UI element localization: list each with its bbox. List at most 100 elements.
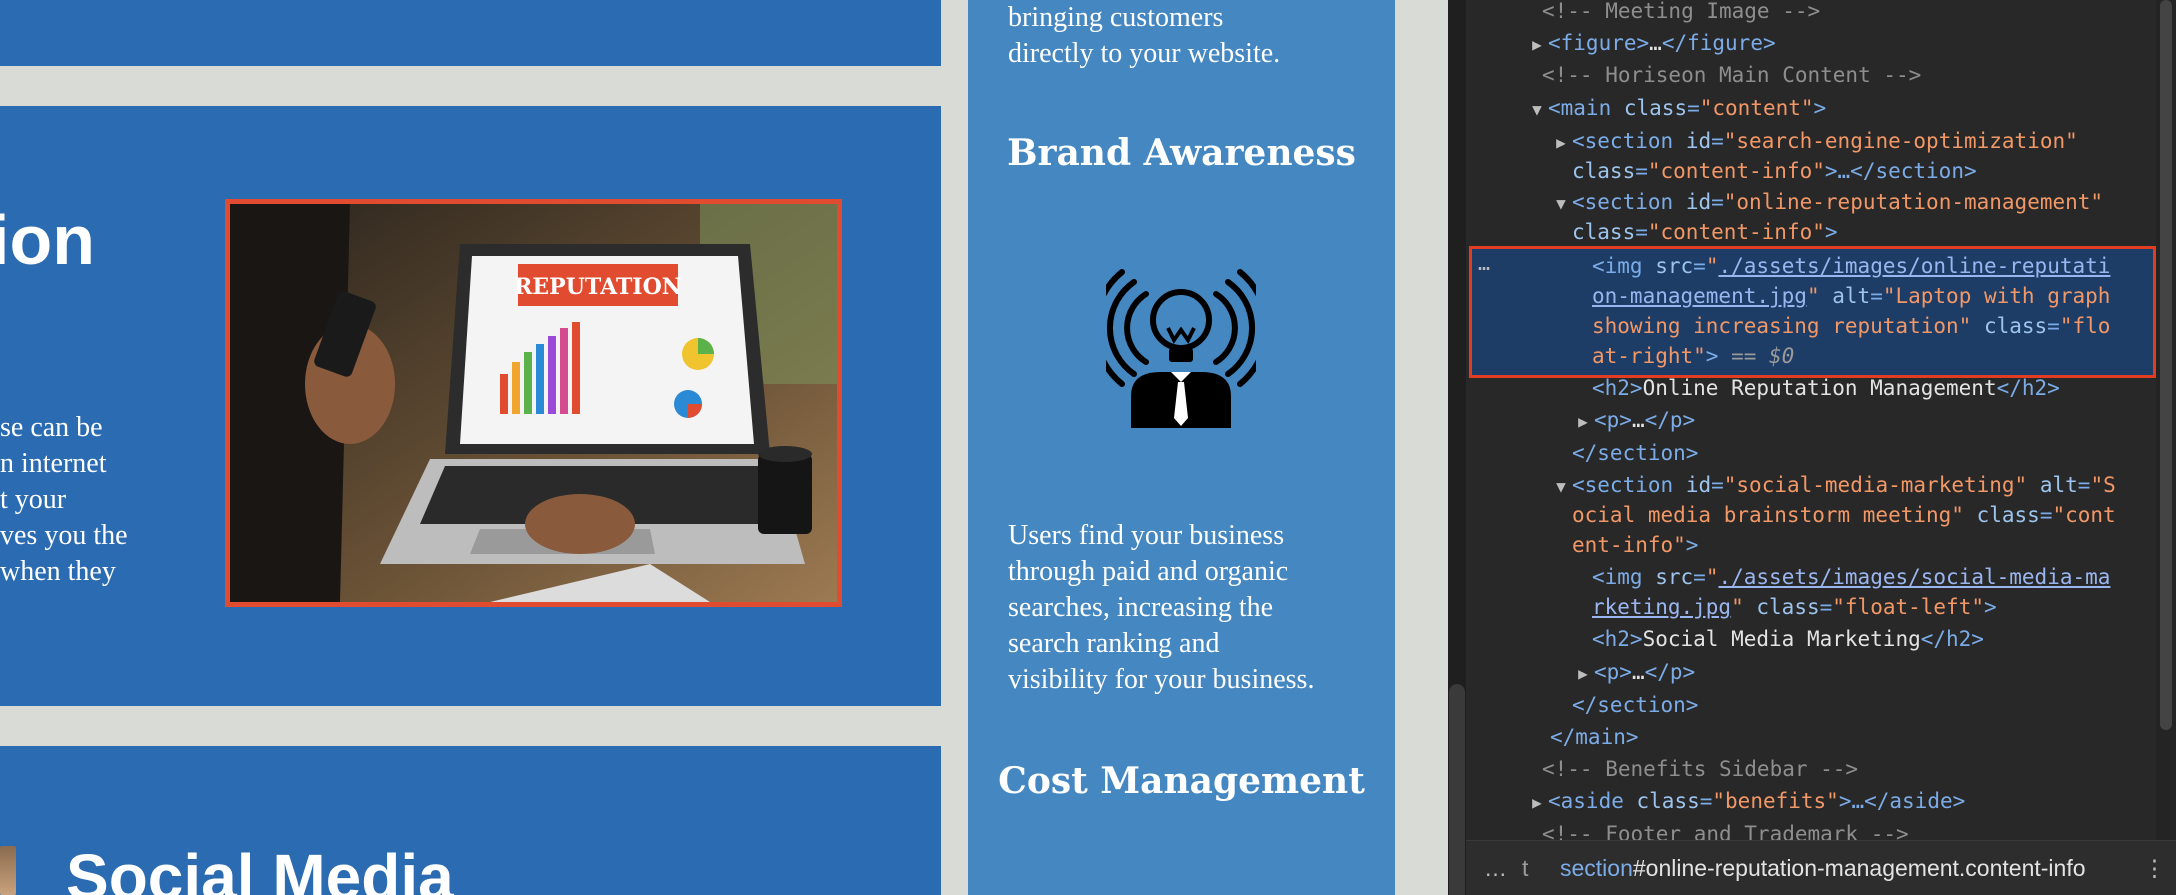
dom-node-section-orm[interactable]: ▼ <section id="online-reputation-manageme… xyxy=(1550,186,2103,218)
breadcrumb-current[interactable]: section#online-reputation-management.con… xyxy=(1560,841,2120,895)
dom-node-comment[interactable]: <!-- Meeting Image --> xyxy=(1542,0,1820,27)
breadcrumb-id: #online-reputation-management xyxy=(1632,855,1959,881)
collapse-triangle-icon[interactable]: ▼ xyxy=(1550,188,1572,220)
attr-value: ent-info" xyxy=(1572,533,1686,557)
dom-node-section-smm-cont[interactable]: ent-info"> xyxy=(1572,529,1698,561)
attr-value: "flo xyxy=(2059,314,2111,338)
expand-triangle-icon[interactable]: ▶ xyxy=(1550,127,1572,159)
quote: " xyxy=(1806,284,1820,308)
dom-node-img-selected-cont[interactable]: at-right"> == $0 xyxy=(1592,340,1794,372)
reputation-label: REPUTATION xyxy=(514,274,682,300)
tag-open: <img xyxy=(1592,254,1643,278)
dom-node-comment[interactable]: <!-- Horiseon Main Content --> xyxy=(1542,59,1921,91)
dom-node-section-close[interactable]: </section> xyxy=(1572,437,1698,469)
tag-close: </p> xyxy=(1644,660,1696,684)
console-ref: == $0 xyxy=(1731,344,1795,368)
dom-node-aside[interactable]: ▶ <aside class="benefits">…</aside> xyxy=(1526,785,1965,817)
node-actions-icon[interactable]: … xyxy=(1478,251,1490,275)
attr-name: alt xyxy=(1832,284,1871,308)
social-media-title: Social Media xyxy=(66,841,454,895)
attr-value: ocial media brainstorm meeting" xyxy=(1572,503,1964,527)
src-link[interactable]: ./assets/images/online-reputati xyxy=(1718,254,2110,278)
sidebar-text-line: Users find your business xyxy=(1008,520,1285,551)
collapse-triangle-icon[interactable]: ▼ xyxy=(1550,471,1572,503)
paragraph-line: n internet xyxy=(0,448,107,479)
dom-tree-scrollbar[interactable] xyxy=(2156,0,2176,840)
attr-value: "float-left" xyxy=(1832,595,1984,619)
breadcrumb-prev[interactable]: t xyxy=(1522,841,1528,895)
page-scrollbar-thumb[interactable] xyxy=(1449,684,1465,895)
dom-node-figure[interactable]: ▶ <figure>…</figure> xyxy=(1526,27,1775,61)
screen: ion se can be n internet t your ves you … xyxy=(0,0,2176,895)
attr-value: "search-engine-optimization" xyxy=(1723,129,2078,153)
src-link[interactable]: on-management.jpg xyxy=(1592,284,1807,308)
tag-open: <section xyxy=(1572,473,1674,497)
src-link[interactable]: rketing.jpg xyxy=(1592,595,1731,619)
breadcrumb-class: .content-info xyxy=(1958,855,2086,881)
attr-name: class xyxy=(1976,503,2040,527)
sidebar-text-line: bringing customers xyxy=(1008,2,1224,33)
lead-generation-text: bringing customers directly to your webs… xyxy=(1008,0,1378,72)
expand-triangle-icon[interactable]: ▶ xyxy=(1526,787,1548,819)
dom-node-comment[interactable]: <!-- Footer and Trademark --> xyxy=(1542,818,1909,840)
expand-triangle-icon[interactable]: ▶ xyxy=(1526,29,1548,61)
attr-value: "benefits" xyxy=(1712,789,1839,813)
dom-node-img-selected-cont[interactable]: on-management.jpg" alt="Laptop with grap… xyxy=(1592,280,2110,312)
social-media-image-edge xyxy=(0,846,16,895)
dom-node-img-selected[interactable]: <img src="./assets/images/online-reputat… xyxy=(1592,250,2110,282)
dom-node-section-close[interactable]: </section> xyxy=(1572,689,1698,721)
dom-node-main-close[interactable]: </main> xyxy=(1550,721,1639,753)
more-icon[interactable]: … xyxy=(1484,841,1507,895)
dom-node-section-smm[interactable]: ▼ <section id="social-media-marketing" al… xyxy=(1550,469,2116,501)
src-link[interactable]: ./assets/images/social-media-ma xyxy=(1718,565,2110,589)
tag-close: </h2> xyxy=(1996,376,2060,400)
tag-open: <h2> xyxy=(1592,376,1643,400)
dom-node-h2[interactable]: <h2>Online Reputation Management</h2> xyxy=(1592,372,2060,404)
attr-name: alt xyxy=(2039,473,2078,497)
dom-node-h2[interactable]: <h2>Social Media Marketing</h2> xyxy=(1592,623,1984,655)
benefits-sidebar: bringing customers directly to your webs… xyxy=(968,0,1395,895)
collapsed-ellipsis: … xyxy=(1649,31,1662,55)
paragraph-line: t your xyxy=(0,484,67,515)
dom-node-comment[interactable]: <!-- Benefits Sidebar --> xyxy=(1542,753,1858,785)
expand-triangle-icon[interactable]: ▶ xyxy=(1572,658,1594,690)
attr-name: class xyxy=(1572,159,1636,183)
tag-close: </p> xyxy=(1644,408,1696,432)
dom-node-img[interactable]: <img src="./assets/images/social-media-m… xyxy=(1592,561,2110,593)
comment-text: <!-- Meeting Image --> xyxy=(1542,0,1821,23)
dom-node-section-seo[interactable]: ▶ <section id="search-engine-optimization… xyxy=(1550,125,2078,157)
attr-value: "Laptop with graph xyxy=(1882,284,2111,308)
attr-name: class xyxy=(1983,314,2048,338)
attr-value: "content-info" xyxy=(1647,159,1825,183)
sidebar-text-line: visibility for your business. xyxy=(1008,664,1315,695)
text-node: Online Reputation Management xyxy=(1642,376,1997,400)
breadcrumb-tag: section xyxy=(1560,855,1633,881)
tag-end: > xyxy=(1983,595,1997,619)
overflow-menu-icon[interactable]: ⋮ xyxy=(2143,841,2166,895)
attr-value: "S xyxy=(2090,473,2116,497)
tag-close: </section> xyxy=(1572,693,1699,717)
tag-open: <figure> xyxy=(1548,31,1650,55)
text-node: Social Media Marketing xyxy=(1642,627,1921,651)
attr-value: "social-media-marketing" xyxy=(1723,473,2028,497)
paragraph-line: se can be xyxy=(0,412,103,443)
tag-close: </main> xyxy=(1550,725,1639,749)
dom-node-main[interactable]: ▼ <main class="content"> xyxy=(1526,92,1826,124)
attr-value: "content" xyxy=(1699,96,1814,120)
page-scrollbar[interactable] xyxy=(1448,0,1466,895)
dom-node-section-smm-cont[interactable]: ocial media brainstorm meeting" class="c… xyxy=(1572,499,2116,531)
dom-node-img-selected-cont[interactable]: showing increasing reputation" class="fl… xyxy=(1592,310,2110,342)
dom-tree-scrollbar-thumb[interactable] xyxy=(2160,0,2172,730)
attr-name: id xyxy=(1685,190,1712,214)
collapse-triangle-icon[interactable]: ▼ xyxy=(1526,94,1548,126)
dom-node-section-orm-cont[interactable]: class="content-info"> xyxy=(1572,216,1838,248)
collapsed-ellipsis: … xyxy=(1631,660,1645,684)
attr-name: class xyxy=(1572,220,1636,244)
dom-node-img-cont[interactable]: rketing.jpg" class="float-left"> xyxy=(1592,591,1997,623)
dom-node-p[interactable]: ▶ <p>…</p> xyxy=(1572,656,1695,688)
expand-triangle-icon[interactable]: ▶ xyxy=(1572,406,1594,438)
dom-node-p[interactable]: ▶ <p>…</p> xyxy=(1572,404,1695,436)
sidebar-text-line: search ranking and xyxy=(1008,628,1220,659)
tag-end: > xyxy=(1685,533,1699,557)
dom-node-section-seo-cont[interactable]: class="content-info">…</section> xyxy=(1572,155,1977,187)
